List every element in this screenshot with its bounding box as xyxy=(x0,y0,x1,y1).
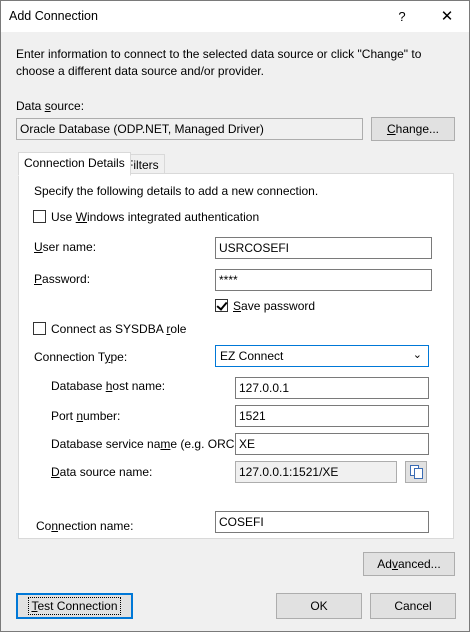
tab-connection-details[interactable]: Connection Details xyxy=(18,152,131,176)
service-label-pre: Database service na xyxy=(51,437,161,451)
connection-name-label-pre: Co xyxy=(36,519,52,533)
tab-connection-details-label: Connection Details xyxy=(24,156,125,170)
connection-name-label-post: nection name: xyxy=(58,519,134,533)
user-name-label-accel: U xyxy=(34,240,43,254)
ok-button[interactable]: OK xyxy=(276,593,362,619)
data-source-name-label-accel: D xyxy=(51,465,60,479)
user-name-input[interactable]: USRCOSEFI xyxy=(215,237,432,259)
windows-auth-label-accel: W xyxy=(75,210,88,224)
details-instruction: Specify the following details to add a n… xyxy=(34,184,319,198)
data-source-field: Oracle Database (ODP.NET, Managed Driver… xyxy=(16,118,363,140)
password-input[interactable]: **** xyxy=(215,269,432,291)
save-password-label: Save password xyxy=(233,299,315,313)
test-connection-inner: Test Connection xyxy=(28,597,121,615)
windows-auth-label-post: indows integrated authentication xyxy=(87,210,260,224)
port-input[interactable]: 1521 xyxy=(235,405,429,427)
chevron-down-icon: ⌄ xyxy=(412,349,422,361)
advanced-button[interactable]: Ad v anced... xyxy=(363,552,455,576)
data-source-label-post: ource: xyxy=(50,99,85,113)
change-button[interactable]: Change... xyxy=(371,117,455,141)
sysdba-label-post: ole xyxy=(170,322,187,336)
password-label-accel: P xyxy=(34,272,43,286)
advanced-button-post: anced... xyxy=(397,557,441,571)
data-source-label: Data source: xyxy=(16,99,84,113)
save-password-checkbox[interactable] xyxy=(215,299,228,312)
close-icon[interactable]: ✕ xyxy=(429,1,465,32)
data-source-name-field: 127.0.0.1:1521/XE xyxy=(235,461,397,483)
service-label-accel: m xyxy=(160,437,171,451)
connection-type-select[interactable]: EZ Connect ⌄ xyxy=(215,345,429,367)
password-label: Password: xyxy=(34,272,90,286)
data-source-name-label-post: ata source name: xyxy=(59,465,153,479)
port-label-pre: Port xyxy=(51,409,77,423)
password-label-post: assword: xyxy=(42,272,91,286)
save-password-label-post: ave password xyxy=(241,299,316,313)
service-label: Database service name (e.g. ORCL): xyxy=(51,437,248,451)
connection-details-panel: Specify the following details to add a n… xyxy=(18,173,454,539)
intro-text: Enter information to connect to the sele… xyxy=(16,47,422,78)
sysdba-label-pre: Connect as SYSDBA xyxy=(51,322,167,336)
cancel-button[interactable]: Cancel xyxy=(370,593,456,619)
change-button-accel: C xyxy=(386,122,396,136)
windows-auth-label-pre: Use xyxy=(51,210,76,224)
data-source-label-pre: Data xyxy=(16,99,45,113)
sysdba-label: Connect as SYSDBA role xyxy=(51,322,186,336)
test-connection-button[interactable]: Test Connection xyxy=(16,593,133,619)
host-label: Database host name: xyxy=(51,379,165,393)
host-label-post: ost name: xyxy=(112,379,166,393)
advanced-button-pre: Ad xyxy=(377,557,392,571)
connection-name-label: Connection name: xyxy=(36,519,133,533)
connection-name-input[interactable]: COSEFI xyxy=(215,511,429,533)
host-input[interactable]: 127.0.0.1 xyxy=(235,377,429,399)
connection-type-label-post: pe: xyxy=(110,350,128,364)
user-name-label: User name: xyxy=(34,240,96,254)
connection-type-label: Connection Type: xyxy=(34,350,127,364)
help-icon[interactable]: ? xyxy=(385,1,419,32)
connection-type-value: EZ Connect xyxy=(220,349,284,363)
service-input[interactable]: XE xyxy=(235,433,429,455)
data-source-name-label: Data source name: xyxy=(51,465,152,479)
tab-filters-label: Filters xyxy=(126,158,159,172)
copy-icon[interactable] xyxy=(405,461,427,483)
title-bar: Add Connection ? ✕ xyxy=(1,1,469,32)
connection-type-label-pre: Connection T xyxy=(34,350,105,364)
change-button-label: hange... xyxy=(395,122,440,136)
host-label-pre: Database xyxy=(51,379,106,393)
user-name-label-post: ser name: xyxy=(42,240,97,254)
windows-auth-checkbox[interactable] xyxy=(33,210,46,223)
add-connection-dialog: Add Connection ? ✕ Enter information to … xyxy=(0,0,470,632)
test-connection-label: est Connection xyxy=(37,599,118,613)
sysdba-checkbox[interactable] xyxy=(33,322,46,335)
windows-auth-label: Use Windows integrated authentication xyxy=(51,210,259,224)
window-title: Add Connection xyxy=(9,9,98,23)
port-label-post: umber: xyxy=(83,409,121,423)
save-password-label-accel: S xyxy=(233,299,242,313)
port-label: Port number: xyxy=(51,409,120,423)
